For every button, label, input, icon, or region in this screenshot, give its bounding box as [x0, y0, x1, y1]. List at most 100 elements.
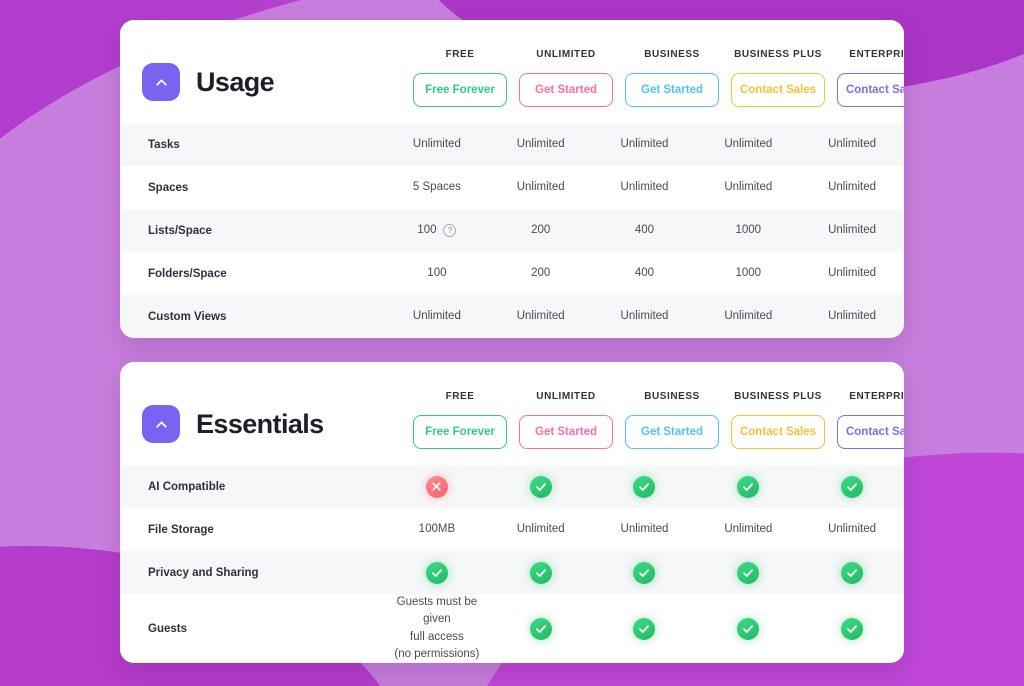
feature-value: Unlimited [828, 222, 876, 239]
check-icon-cell [489, 594, 593, 663]
feature-value-cell: Unlimited [800, 521, 904, 538]
check-circle-icon [841, 476, 863, 498]
section-header: Usage FREEFree Forever UNLIMITED Get Starte… [120, 20, 904, 123]
plan-cta-button[interactable]: Free Forever [413, 73, 507, 107]
feature-value-cell: Unlimited [593, 136, 697, 153]
row-cells: UnlimitedUnlimitedUnlimitedUnlimitedUnli… [385, 308, 904, 325]
feature-value-cell: 100MB [385, 521, 489, 538]
check-icon-cell [385, 562, 489, 584]
feature-value-cell: Unlimited [593, 308, 697, 325]
feature-value-cell: 1000 [696, 265, 800, 282]
feature-value: Unlimited [621, 521, 669, 538]
plan-column-enterprise: ENTERPRISEContact Sales [831, 391, 904, 449]
plan-name: BUSINESS PLUS [731, 391, 825, 402]
row-cells [385, 476, 904, 498]
plan-name: BUSINESS [625, 49, 719, 60]
plan-column-business-plus: BUSINESS PLUS Contact Sales [725, 49, 831, 107]
feature-value-cell: Unlimited [489, 521, 593, 538]
plan-cta-button[interactable]: Get Started [625, 415, 719, 449]
check-icon-cell [800, 562, 904, 584]
feature-value: 400 [635, 222, 654, 239]
check-circle-icon [530, 476, 552, 498]
plan-cta-button[interactable]: Get Started [519, 73, 613, 107]
feature-label: AI Compatible [120, 481, 385, 493]
plan-cta-button[interactable]: Contact Sales [731, 73, 825, 107]
feature-value-cell: 1000 [696, 222, 800, 239]
plan-name: UNLIMITED [519, 49, 613, 60]
feature-value: Unlimited [413, 308, 461, 325]
table-row: File Storage100MBUnlimitedUnlimitedUnlim… [120, 508, 904, 551]
feature-value: Unlimited [413, 136, 461, 153]
table-row: GuestsGuests must be givenfull access(no… [120, 594, 904, 663]
plan-cta-button[interactable]: Contact Sales [731, 415, 825, 449]
feature-label: Spaces [120, 182, 385, 194]
feature-value: Unlimited [517, 308, 565, 325]
feature-rows: AI CompatibleFile Storage100MBUnlimitedU… [120, 465, 904, 663]
feature-value-cell: Unlimited [696, 136, 800, 153]
check-circle-icon [841, 562, 863, 584]
feature-value-cell: Unlimited [696, 179, 800, 196]
row-cells: Guests must be givenfull access(no permi… [385, 594, 904, 663]
feature-value-cell: 200 [489, 265, 593, 282]
check-icon-cell [800, 594, 904, 663]
check-circle-icon [633, 562, 655, 584]
feature-value: Unlimited [828, 308, 876, 325]
feature-value-cell: Unlimited [696, 521, 800, 538]
plan-column-business: BUSINESS Get Started [619, 49, 725, 107]
feature-value: Unlimited [517, 136, 565, 153]
feature-value: Unlimited [828, 521, 876, 538]
check-icon-cell [696, 476, 800, 498]
feature-value: 400 [635, 265, 654, 282]
chevron-up-icon[interactable] [142, 63, 180, 101]
feature-value: 200 [531, 222, 550, 239]
plan-cta-button[interactable]: Free Forever [413, 415, 507, 449]
check-circle-icon [530, 562, 552, 584]
plan-cta-button[interactable]: Get Started [519, 415, 613, 449]
feature-value-cell: Unlimited [489, 136, 593, 153]
feature-value-cell: 200 [489, 222, 593, 239]
chevron-up-icon[interactable] [142, 405, 180, 443]
plan-column-free: FREEFree Forever [407, 49, 513, 107]
plan-cta-button[interactable]: Contact Sales [837, 415, 904, 449]
feature-value: Unlimited [828, 265, 876, 282]
feature-label: Privacy and Sharing [120, 567, 385, 579]
feature-value-cell: Unlimited [696, 308, 800, 325]
cross-circle-icon [426, 476, 448, 498]
feature-value: Unlimited [517, 521, 565, 538]
help-icon[interactable]: ? [443, 224, 456, 237]
feature-value: Unlimited [621, 136, 669, 153]
check-icon-cell [593, 476, 697, 498]
value-line: Guests must be given [389, 594, 485, 629]
feature-value-cell: Unlimited [593, 179, 697, 196]
table-row: Privacy and Sharing [120, 551, 904, 594]
feature-value-cell: Unlimited [593, 521, 697, 538]
section-title-group: Essentials [142, 405, 407, 449]
check-icon-cell [696, 562, 800, 584]
check-icon-cell [593, 594, 697, 663]
feature-value-cell: Unlimited [489, 308, 593, 325]
check-circle-icon [426, 562, 448, 584]
check-icon-cell [696, 594, 800, 663]
plan-name: BUSINESS PLUS [731, 49, 825, 60]
section-title-group: Usage [142, 63, 407, 107]
plan-cta-button[interactable]: Get Started [625, 73, 719, 107]
feature-value: 5 Spaces [413, 179, 461, 196]
feature-value: 100 [427, 265, 446, 282]
feature-rows: TasksUnlimitedUnlimitedUnlimitedUnlimite… [120, 123, 904, 338]
plan-column-enterprise: ENTERPRISEContact Sales [831, 49, 904, 107]
plan-column-unlimited: UNLIMITED Get Started [513, 49, 619, 107]
section-header: EssentialsFREEFree ForeverUNLIMITEDGet S… [120, 362, 904, 465]
check-circle-icon [633, 618, 655, 640]
table-row: Custom ViewsUnlimitedUnlimitedUnlimitedU… [120, 295, 904, 338]
feature-value-cell: Unlimited [800, 136, 904, 153]
feature-value: Unlimited [517, 179, 565, 196]
pricing-comparison-page: Usage FREEFree Forever UNLIMITED Get Starte… [0, 0, 1024, 683]
table-row: Folders/Space1002004001000Unlimited [120, 252, 904, 295]
section-title: Usage [196, 67, 274, 98]
check-icon-cell [489, 562, 593, 584]
feature-label: Tasks [120, 139, 385, 151]
feature-value-cell: 100? [385, 222, 489, 239]
feature-value: 100 [417, 222, 436, 239]
plan-cta-button[interactable]: Contact Sales [837, 73, 904, 107]
cross-icon-cell [385, 476, 489, 498]
